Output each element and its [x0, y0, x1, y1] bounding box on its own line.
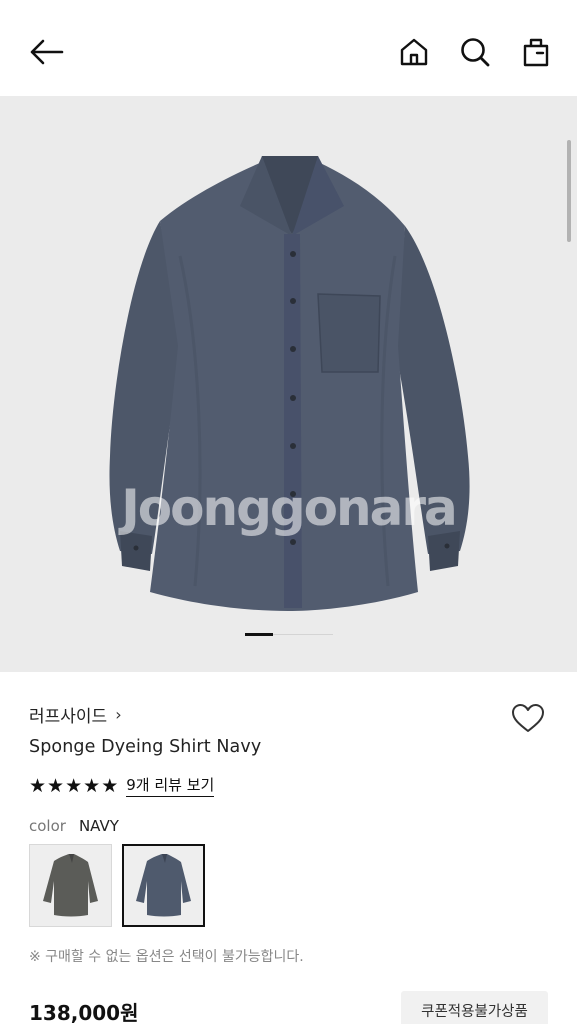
shirt-thumbnail [135, 853, 191, 916]
chevron-right-icon: › [115, 705, 122, 724]
cart-button[interactable] [514, 30, 558, 74]
search-button[interactable] [453, 30, 497, 74]
star-icon: ★ [83, 775, 101, 797]
brand-link[interactable]: 러프사이드 › [29, 702, 122, 727]
image-pagination [245, 633, 333, 636]
star-icon: ★ [101, 775, 119, 797]
shopping-bag-icon [523, 38, 549, 67]
color-label: color [29, 817, 66, 835]
rating-row: ★ ★ ★ ★ ★ 9개 리뷰 보기 [29, 775, 215, 797]
home-icon [400, 38, 428, 66]
color-swatches [29, 844, 205, 927]
wishlist-button[interactable] [508, 700, 548, 736]
back-button[interactable] [24, 30, 68, 74]
color-value: NAVY [78, 817, 119, 835]
shirt-thumbnail [42, 853, 98, 916]
product-image-gallery[interactable]: Joonggonara [0, 96, 577, 672]
coupon-badge: 쿠폰적용불가상품 [401, 991, 548, 1024]
star-icon: ★ [47, 775, 65, 797]
search-icon [461, 38, 490, 67]
swatch-gray[interactable] [29, 844, 112, 927]
product-name: Sponge Dyeing Shirt Navy [29, 737, 262, 757]
product-photo [109, 156, 470, 611]
product-price: 138,000원 [29, 1001, 139, 1024]
rating-stars: ★ ★ ★ ★ ★ [29, 775, 118, 797]
arrow-left-icon [30, 39, 64, 65]
pagination-track [273, 634, 333, 635]
review-link[interactable]: 9개 리뷰 보기 [126, 776, 215, 797]
home-button[interactable] [392, 30, 436, 74]
option-notice: ※ 구매할 수 없는 옵션은 선택이 불가능합니다. [29, 949, 304, 965]
heart-icon [512, 704, 544, 732]
top-header [0, 0, 577, 96]
brand-name: 러프사이드 [29, 707, 108, 727]
color-option-row: color NAVY [29, 817, 119, 835]
star-icon: ★ [65, 775, 83, 797]
scroll-indicator [567, 140, 571, 242]
star-icon: ★ [29, 775, 47, 797]
pagination-active [245, 633, 273, 636]
swatch-navy[interactable] [122, 844, 205, 927]
watermark-text: Joonggonara [121, 479, 458, 537]
